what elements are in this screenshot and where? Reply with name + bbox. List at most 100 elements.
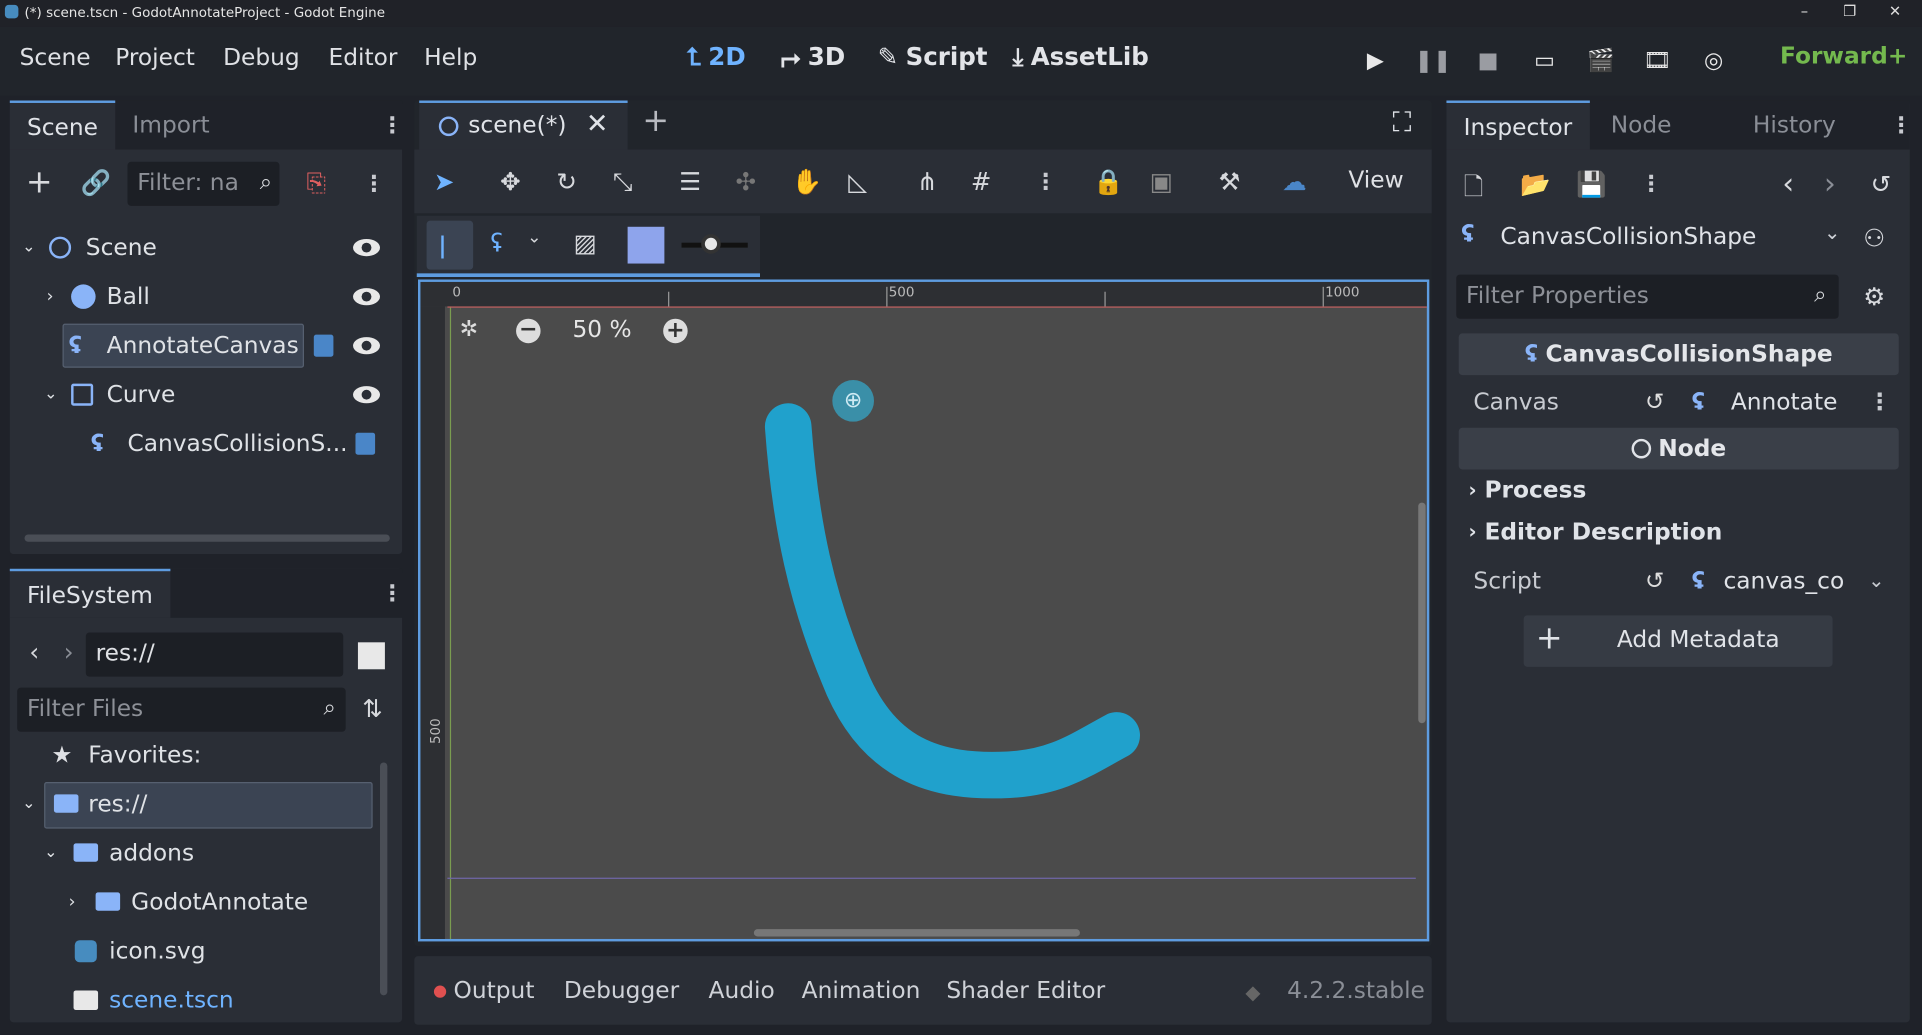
viewport-vertical-scrollbar[interactable]: [1418, 502, 1426, 724]
scene-dock-menu-icon[interactable]: ⋮: [381, 113, 403, 140]
add-metadata-button[interactable]: + Add Metadata: [1523, 615, 1833, 667]
tab-output[interactable]: Output: [454, 977, 535, 1004]
sort-icon[interactable]: ⇅: [358, 694, 387, 723]
select-mode-icon[interactable]: ➤: [434, 167, 455, 196]
canvas-node-path[interactable]: Annotate: [1731, 380, 1838, 424]
tab-scene-file[interactable]: scene(*) ✕: [419, 100, 628, 150]
menu-help[interactable]: Help: [424, 44, 477, 71]
tab-inspector[interactable]: Inspector: [1446, 100, 1590, 150]
list-select-icon[interactable]: ☰: [679, 167, 701, 196]
tab-shader-editor[interactable]: Shader Editor: [946, 977, 1105, 1004]
path-field[interactable]: res://: [85, 632, 344, 677]
tab-animation[interactable]: Animation: [802, 977, 921, 1004]
workspace-assetlib-button[interactable]: ⤓ AssetLib: [1013, 42, 1149, 71]
minimize-button[interactable]: –: [1793, 2, 1815, 19]
vertical-scrollbar[interactable]: [379, 762, 388, 996]
node-pivot-icon[interactable]: ⊕: [832, 379, 874, 422]
move-mode-icon[interactable]: ✥: [500, 167, 521, 196]
menu-editor[interactable]: Editor: [329, 44, 398, 71]
snap-options-icon[interactable]: ⋮: [1035, 169, 1057, 196]
smart-snap-icon[interactable]: ⋔: [917, 167, 938, 196]
distraction-free-icon[interactable]: ⛶: [1393, 108, 1412, 139]
new-resource-icon[interactable]: 🗋: [1464, 169, 1484, 211]
revert-icon[interactable]: ↺: [1645, 559, 1665, 603]
scene-filter-input[interactable]: Filter: na ⌕: [127, 161, 280, 206]
favorites-item[interactable]: ★ Favorites:: [10, 733, 378, 777]
folder-item-godotannotate[interactable]: › GodotAnnotate: [10, 880, 378, 924]
file-item-scene-tscn[interactable]: scene.tscn: [10, 978, 378, 1022]
history-back-icon[interactable]: ‹: [1782, 167, 1794, 201]
stop-icon[interactable]: ■: [1471, 44, 1505, 78]
workspace-script-button[interactable]: ✎ Script: [878, 42, 988, 71]
filesystem-menu-icon[interactable]: ⋮: [381, 581, 403, 608]
tree-item-annotatecanvas[interactable]: ʢ AnnotateCanvas: [10, 323, 390, 368]
toggle-split-icon[interactable]: [357, 642, 385, 670]
filter-files-input[interactable]: Filter Files ⌕: [17, 687, 346, 732]
skeleton-icon[interactable]: ⚒: [1218, 167, 1240, 196]
property-options-icon[interactable]: ⚙: [1863, 282, 1885, 311]
open-folder-icon[interactable]: 📂: [1520, 169, 1551, 198]
tree-item-scene[interactable]: ⌄ Scene: [10, 226, 390, 270]
new-tab-icon[interactable]: +: [642, 103, 669, 140]
scene-tree-options-icon[interactable]: ⋮: [363, 172, 385, 199]
object-selector[interactable]: ʢ CanvasCollisionShape ⌄: [1456, 216, 1851, 260]
chevron-down-icon[interactable]: ⌄: [1868, 559, 1884, 603]
tab-audio[interactable]: Audio: [709, 977, 775, 1004]
color-swatch[interactable]: [627, 226, 665, 264]
tree-item-ball[interactable]: › Ball: [10, 275, 390, 319]
scale-mode-icon[interactable]: ⤡: [613, 167, 633, 196]
section-editor-description[interactable]: › Editor Description: [1459, 510, 1899, 554]
folder-item-res[interactable]: ⌄ res://: [10, 782, 378, 829]
tab-debugger[interactable]: Debugger: [564, 977, 679, 1004]
save-icon[interactable]: 💾: [1576, 169, 1607, 198]
play-icon[interactable]: ▶: [1358, 44, 1392, 78]
menu-debug[interactable]: Debug: [223, 44, 300, 71]
inspector-menu-icon[interactable]: ⋮: [1890, 113, 1912, 140]
slider-handle[interactable]: [701, 234, 721, 254]
file-item-icon-svg[interactable]: icon.svg: [10, 929, 378, 973]
property-menu-icon[interactable]: ⋮: [1868, 380, 1891, 424]
visibility-eye-icon[interactable]: [353, 288, 380, 306]
visibility-eye-icon[interactable]: [353, 239, 380, 257]
brush-icon[interactable]: ʢ: [490, 228, 503, 257]
tree-item-curve[interactable]: ⌄ Curve: [10, 373, 390, 417]
tab-import[interactable]: Import: [115, 101, 227, 150]
section-process[interactable]: › Process: [1459, 468, 1899, 512]
instance-scene-icon[interactable]: 🔗: [81, 168, 112, 197]
horizontal-scrollbar[interactable]: [24, 534, 390, 542]
godot-plugin-icon[interactable]: ☁: [1282, 167, 1307, 196]
play-custom-scene-icon[interactable]: 🎞: [1640, 44, 1674, 78]
play-scene-icon[interactable]: 🎬: [1584, 44, 1618, 78]
menu-project[interactable]: Project: [115, 44, 195, 71]
chevron-down-icon[interactable]: ⌄: [527, 228, 541, 248]
menu-scene[interactable]: Scene: [20, 44, 91, 71]
visibility-eye-icon[interactable]: [353, 337, 380, 355]
rotate-mode-icon[interactable]: ↻: [557, 167, 578, 196]
remote-debug-icon[interactable]: ▭: [1527, 44, 1561, 78]
close-window-button[interactable]: ✕: [1884, 2, 1906, 19]
revert-icon[interactable]: ↺: [1645, 380, 1665, 424]
folder-item-addons[interactable]: ⌄ addons: [10, 831, 378, 875]
tab-node[interactable]: Node: [1594, 101, 1689, 150]
object-info-icon[interactable]: ⚇: [1863, 223, 1885, 252]
tab-scene[interactable]: Scene: [9, 100, 116, 150]
workspace-3d-button[interactable]: ⮣ 3D: [781, 42, 845, 71]
renderer-selector[interactable]: Forward+: [1780, 43, 1907, 70]
forward-icon[interactable]: ›: [59, 637, 79, 666]
script-remove-icon[interactable]: ⎘: [302, 168, 331, 197]
lock-icon[interactable]: 🔒: [1093, 167, 1124, 196]
history-forward-icon[interactable]: ›: [1824, 167, 1836, 201]
tab-history[interactable]: History: [1736, 101, 1853, 150]
maximize-button[interactable]: ❐: [1839, 2, 1861, 19]
pan-mode-icon[interactable]: ✋: [792, 167, 823, 196]
resource-options-icon[interactable]: ⋮: [1640, 172, 1662, 199]
object-history-icon[interactable]: ↺: [1871, 169, 1892, 198]
pause-icon[interactable]: ❚❚: [1415, 44, 1452, 78]
close-tab-icon[interactable]: ✕: [586, 109, 609, 140]
grid-snap-icon[interactable]: #: [971, 167, 992, 196]
group-icon[interactable]: ▣: [1150, 167, 1173, 196]
view-menu-button[interactable]: View: [1348, 167, 1403, 194]
script-attached-icon[interactable]: [355, 432, 376, 455]
pivot-icon[interactable]: ✣: [735, 167, 756, 196]
workspace-2d-button[interactable]: ⮤ 2D: [686, 42, 745, 71]
